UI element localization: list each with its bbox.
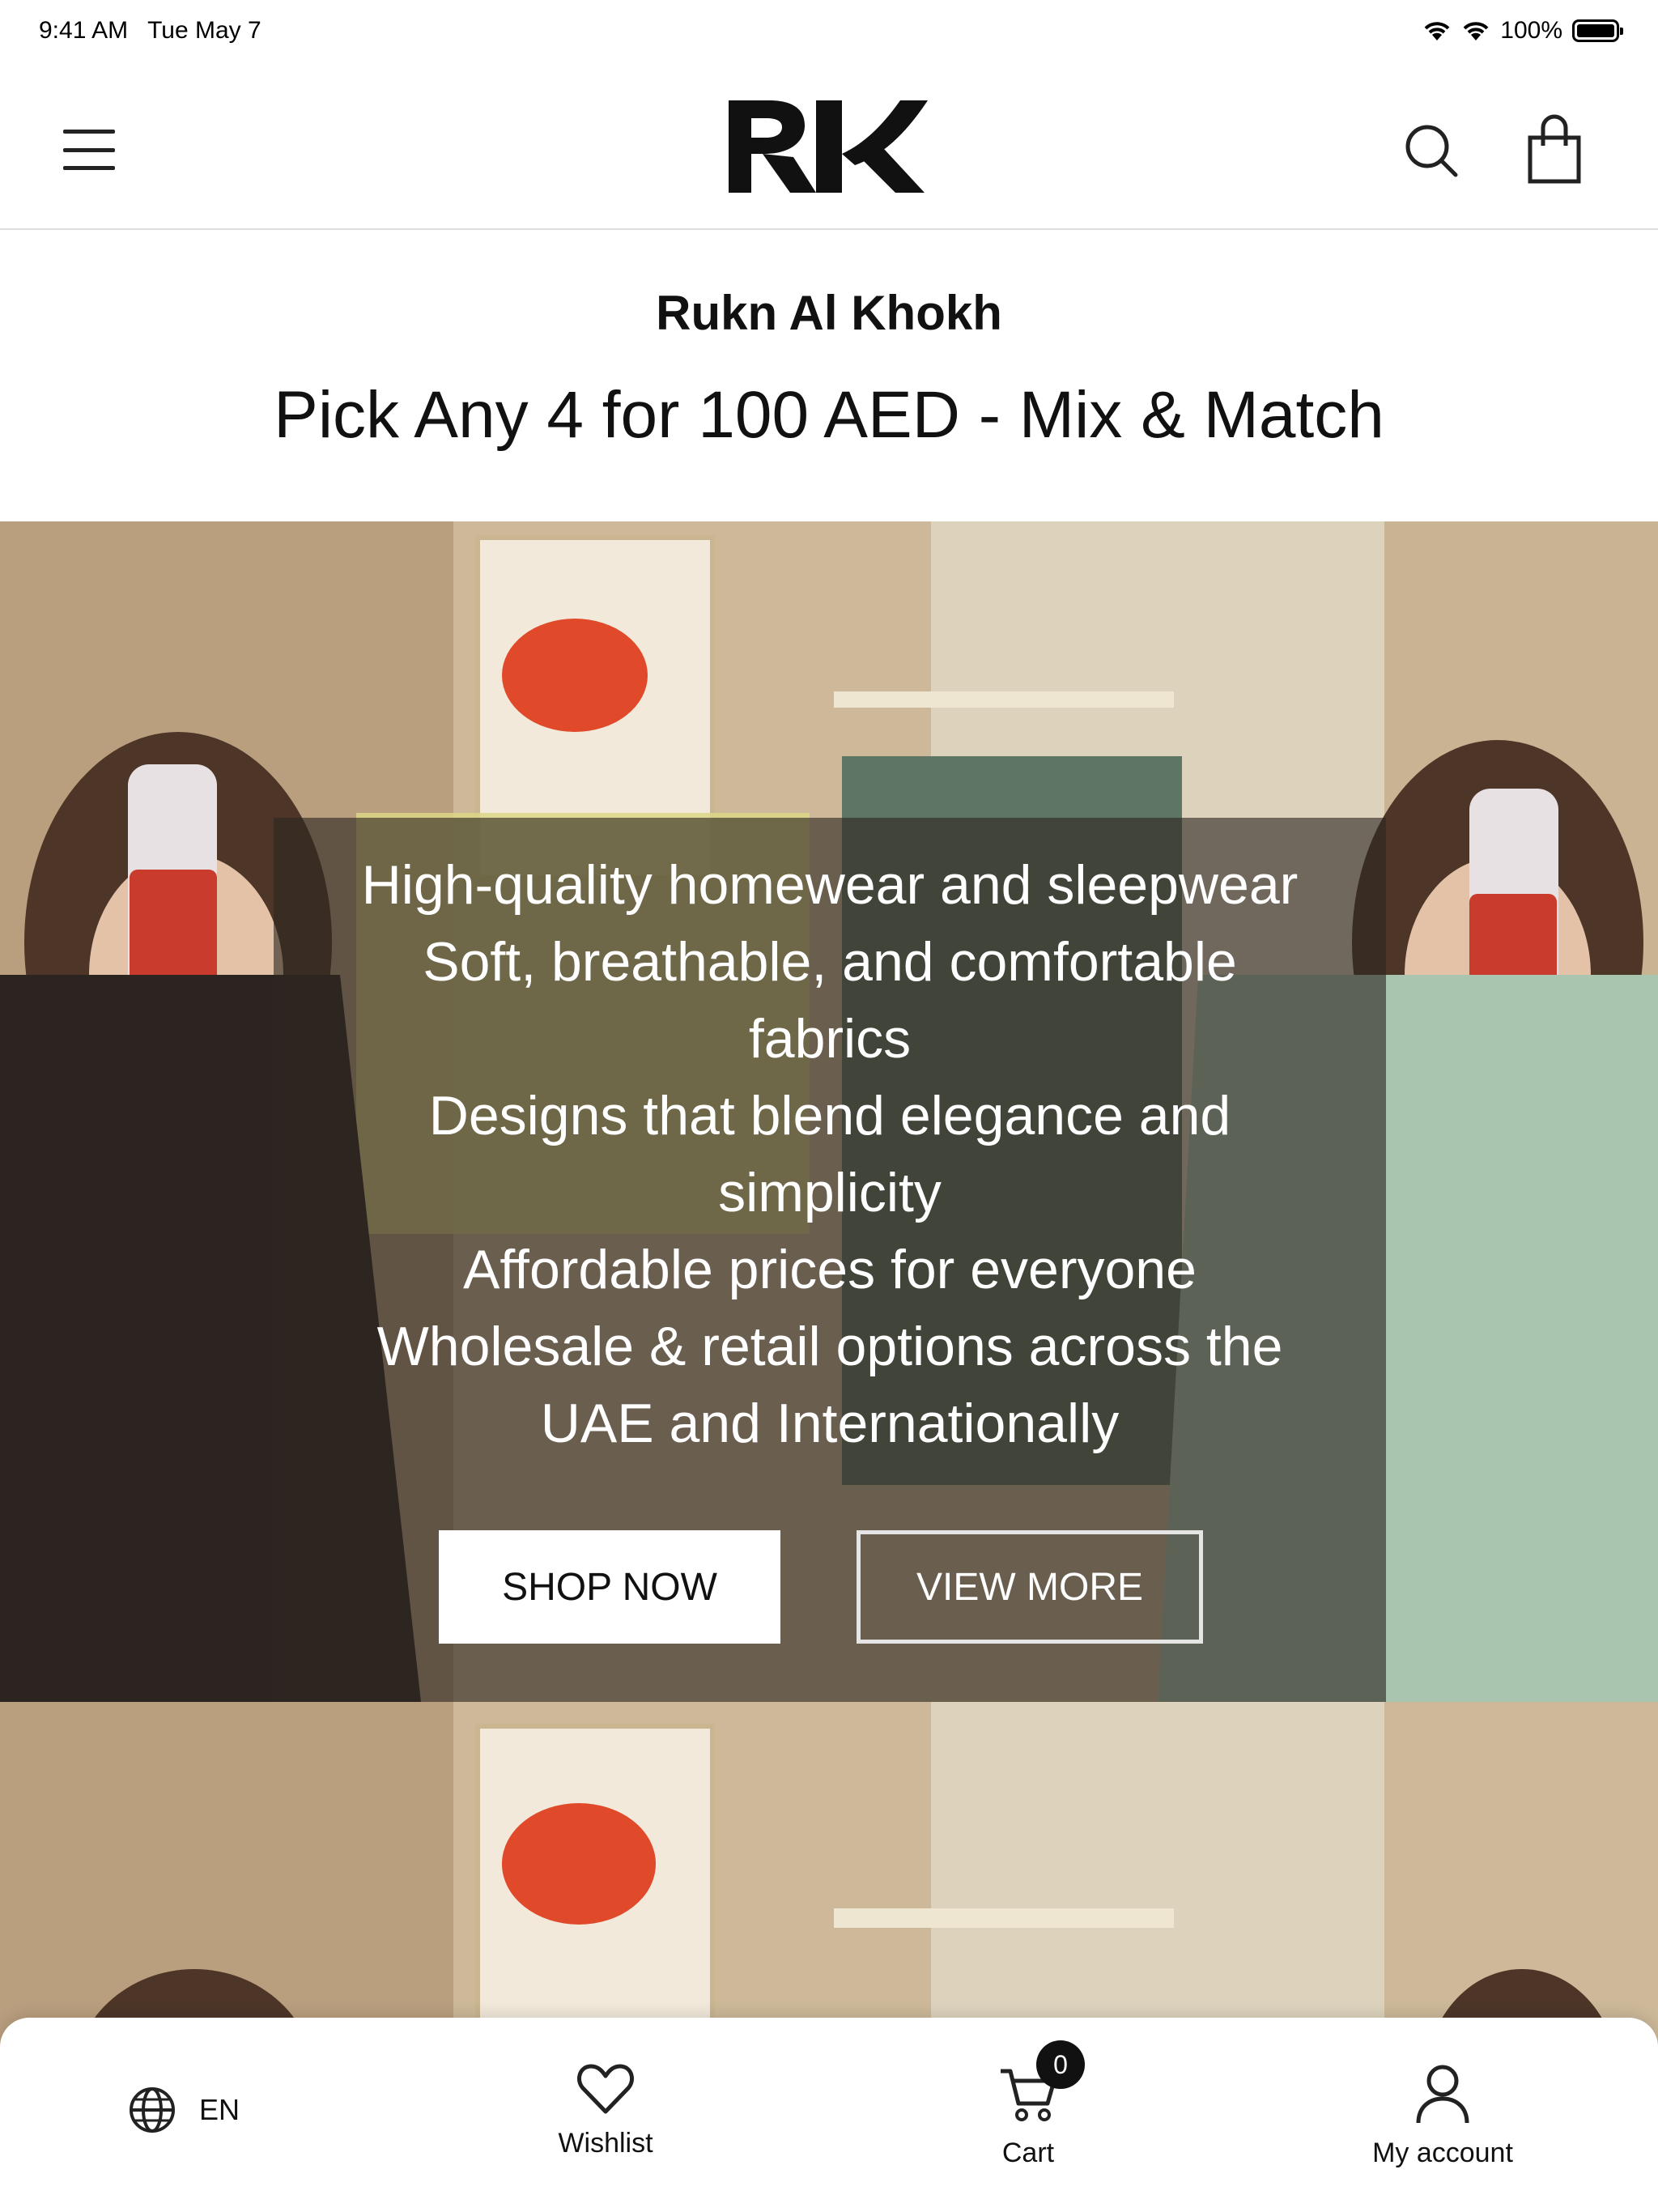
nav-wishlist[interactable]: Wishlist xyxy=(500,2061,711,2159)
view-more-button[interactable]: VIEW MORE xyxy=(857,1530,1203,1644)
battery-icon xyxy=(1572,19,1623,42)
feature-line: Designs that blend elegance and xyxy=(428,1085,1231,1146)
status-date: Tue May 7 xyxy=(147,17,261,44)
wifi-icon xyxy=(1463,22,1489,40)
status-time: 9:41 AM xyxy=(39,17,129,44)
language-selector[interactable]: EN xyxy=(128,2086,240,2134)
battery-percent: 100% xyxy=(1500,17,1562,44)
bottom-navigation: EN Wishlist 0 Cart My account xyxy=(0,2018,1658,2212)
language-label: EN xyxy=(199,2093,240,2126)
feature-line: fabrics xyxy=(748,1008,912,1070)
feature-line: simplicity xyxy=(718,1162,942,1223)
nav-account[interactable]: My account xyxy=(1337,2061,1548,2169)
hero-banner: High-quality homewear and sleepwear Soft… xyxy=(0,521,1658,1702)
shop-now-button[interactable]: SHOP NOW xyxy=(439,1530,780,1644)
heart-icon xyxy=(577,2064,634,2114)
nav-account-label: My account xyxy=(1372,2138,1513,2168)
nav-cart[interactable]: 0 Cart xyxy=(923,2040,1133,2169)
feature-line: Soft, breathable, and comfortable xyxy=(423,931,1237,993)
shopping-bag-icon[interactable] xyxy=(1522,113,1587,186)
menu-button[interactable] xyxy=(57,121,121,178)
feature-line: Wholesale & retail options across the xyxy=(376,1316,1283,1377)
feature-line: UAE and Internationally xyxy=(540,1393,1120,1454)
nav-wishlist-label: Wishlist xyxy=(558,2128,653,2159)
user-icon xyxy=(1416,2065,1469,2124)
globe-icon xyxy=(130,2087,175,2133)
cart-count-badge: 0 xyxy=(1036,2040,1085,2089)
menu-icon xyxy=(63,130,115,134)
wifi-icon xyxy=(1424,22,1450,40)
app-header: RK xyxy=(0,62,1658,230)
nav-cart-label: Cart xyxy=(1001,2138,1055,2168)
search-icon[interactable] xyxy=(1399,118,1464,183)
status-bar: 9:41 AM Tue May 7 100% xyxy=(0,0,1658,62)
feature-line: High-quality homewear and sleepwear xyxy=(361,854,1299,916)
feature-line: Affordable prices for everyone xyxy=(463,1239,1197,1300)
store-name: Rukn Al Khokh xyxy=(656,286,1002,340)
hero-feature-list: High-quality homewear and sleepwear Soft… xyxy=(274,847,1386,1462)
brand-logo[interactable]: RK xyxy=(712,86,939,207)
promo-heading: Pick Any 4 for 100 AED - Mix & Match xyxy=(274,378,1384,452)
